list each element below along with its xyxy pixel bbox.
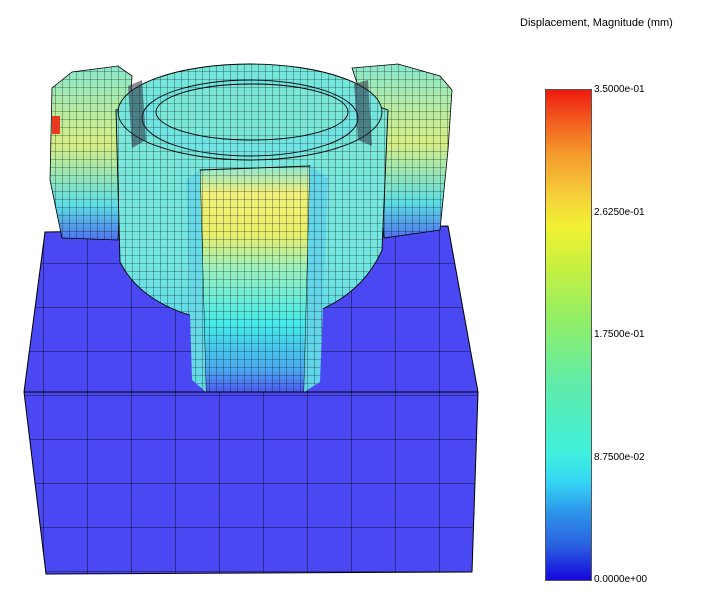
legend-tick-4: 8.7500e-02 — [594, 452, 645, 463]
legend-tick-min: 0.0000e+00 — [594, 574, 648, 585]
front-slot — [186, 165, 328, 393]
color-scale-bar — [545, 89, 592, 581]
legend-tick-max: 3.5000e-01 — [594, 84, 645, 95]
hotspot-marker — [52, 116, 60, 134]
legend-tick-3: 1.7500e-01 — [594, 329, 645, 340]
top-ring-face — [117, 63, 383, 161]
legend-title: Displacement, Magnitude (mm) — [520, 17, 673, 29]
legend-tick-2: 2.6250e-01 — [594, 207, 645, 218]
